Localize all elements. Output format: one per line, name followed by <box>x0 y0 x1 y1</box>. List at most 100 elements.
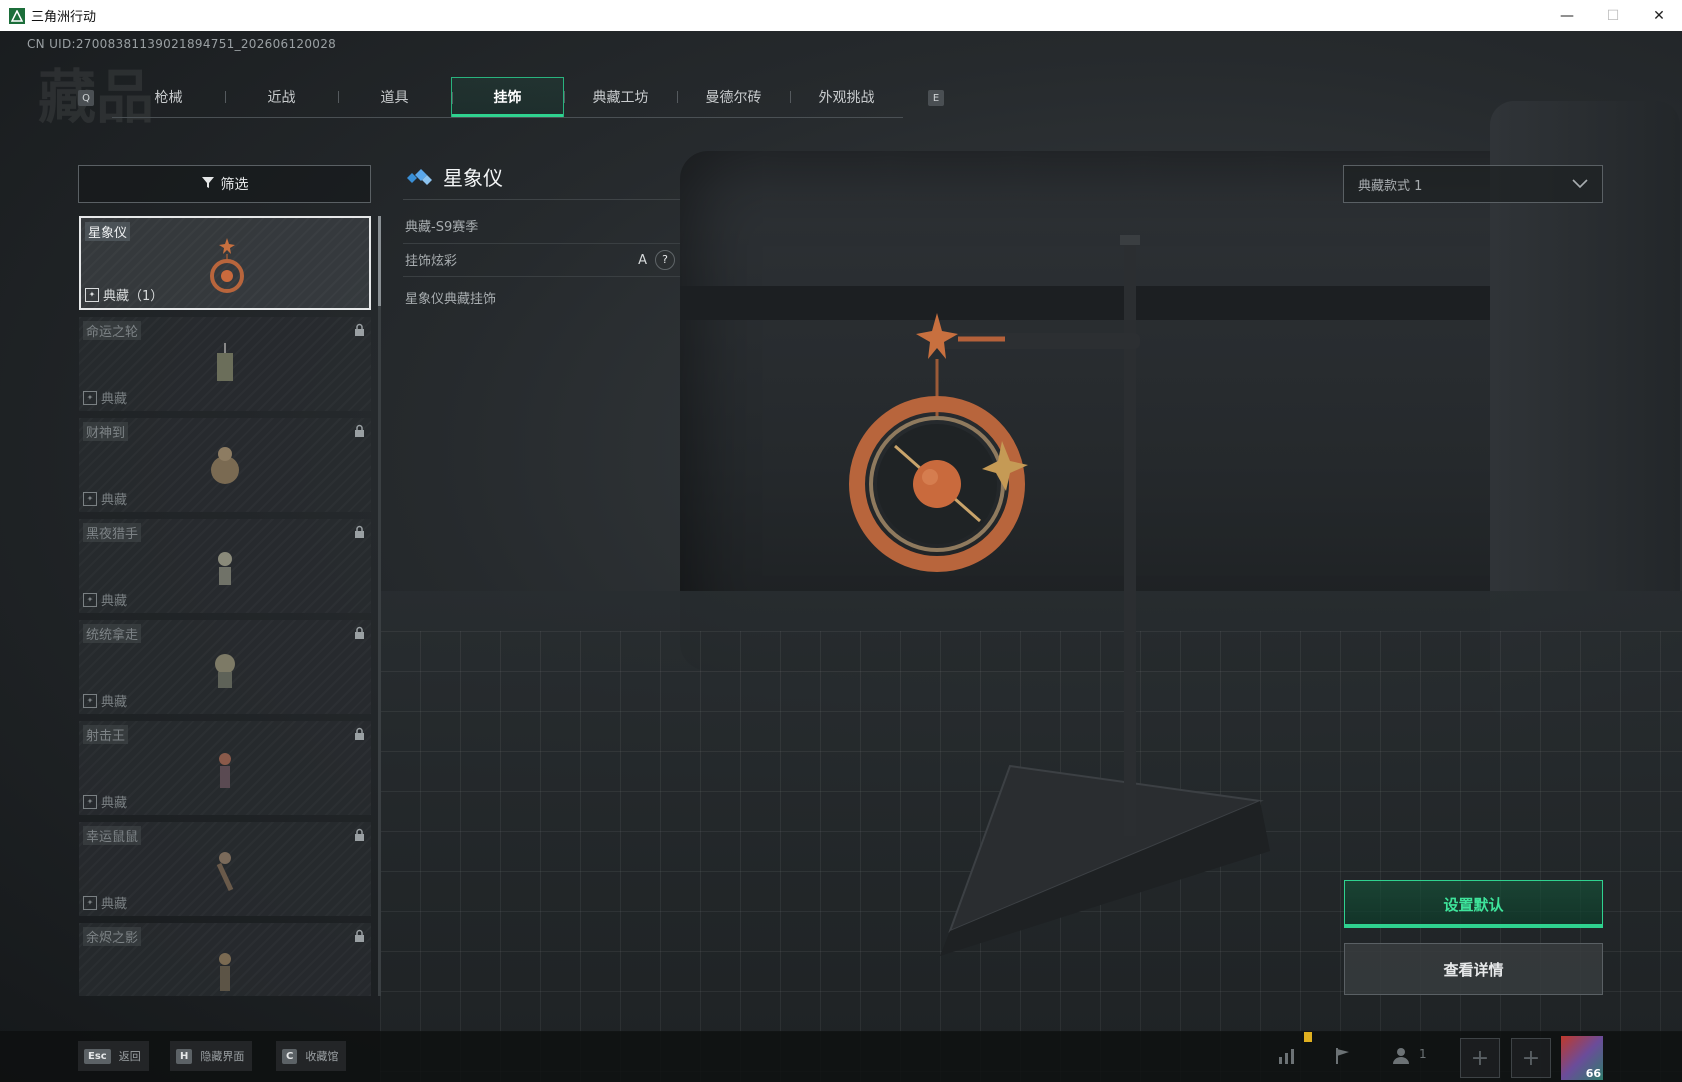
key-h: H <box>176 1048 193 1064</box>
lock-icon <box>355 929 364 942</box>
filter-label: 筛选 <box>220 177 249 193</box>
charm-name: 幸运鼠鼠 <box>83 826 142 845</box>
stats-icon[interactable] <box>1275 1045 1301 1067</box>
tab-next-key-hint[interactable]: E <box>928 90 944 106</box>
charm-list: 星象仪 ✦ 典藏（1） 命运之轮 ✦ 典藏 财神到 ✦ 典藏 黑夜猎手 ✦ 典藏 统统拿… <box>79 216 371 996</box>
filter-icon <box>201 175 215 193</box>
charm-list-scrollbar[interactable] <box>378 216 381 996</box>
friends-icon[interactable] <box>1390 1045 1416 1067</box>
style-variant-value: 典藏款式 1 <box>1358 178 1423 194</box>
hint-collection-hall-label: 收藏馆 <box>305 1050 339 1063</box>
charm-card-astrolabe[interactable]: 星象仪 ✦ 典藏（1） <box>79 216 371 310</box>
charm-fx-row: 挂饰炫彩 A ? <box>405 250 675 270</box>
filter-button[interactable]: 筛选 <box>78 165 371 203</box>
tab-guns[interactable]: 枪械 <box>112 77 225 117</box>
key-esc: Esc <box>84 1048 111 1064</box>
divider <box>403 199 680 200</box>
player-level: 66 <box>1585 1067 1601 1080</box>
god-of-wealth-thumbnail <box>211 447 239 484</box>
tab-items[interactable]: 道具 <box>338 77 451 117</box>
chevron-down-icon <box>1572 179 1588 189</box>
add-teammate-slot[interactable]: + <box>1460 1038 1500 1078</box>
window-controls: — ☐ ✕ <box>1544 0 1682 31</box>
divider <box>403 276 680 277</box>
charm-description: 星象仪典藏挂饰 <box>405 292 497 307</box>
charm-card-god-of-wealth[interactable]: 财神到 ✦ 典藏 <box>79 418 371 512</box>
tab-charms[interactable]: 挂饰 <box>451 77 564 117</box>
tab-mandel-bricks[interactable]: 曼德尔砖 <box>677 77 790 117</box>
charm-detail-header: 星象仪 <box>405 162 503 191</box>
charm-card-ember-shadow[interactable]: 余烬之影 <box>79 923 371 996</box>
hint-hide-ui[interactable]: H 隐藏界面 <box>170 1041 253 1071</box>
charm-card-night-hunter[interactable]: 黑夜猎手 ✦ 典藏 <box>79 519 371 613</box>
add-teammate-slot[interactable]: + <box>1511 1038 1551 1078</box>
tab-prev-key-hint[interactable]: Q <box>78 90 94 106</box>
charm-tag: ✦ 典藏 <box>83 893 127 912</box>
lock-icon <box>355 525 364 538</box>
charm-card-shooting-king[interactable]: 射击王 ✦ 典藏 <box>79 721 371 815</box>
charm-card-lucky-mouse[interactable]: 幸运鼠鼠 ✦ 典藏 <box>79 822 371 916</box>
lock-icon <box>355 727 364 740</box>
hint-hide-ui-label: 隐藏界面 <box>200 1050 245 1063</box>
charm-name: 黑夜猎手 <box>83 523 142 542</box>
charm-detail-title: 星象仪 <box>443 166 503 190</box>
charm-name: 命运之轮 <box>83 321 142 340</box>
tab-melee[interactable]: 近战 <box>225 77 338 117</box>
friends-count: 1 <box>1419 1047 1427 1061</box>
flag-icon[interactable] <box>1330 1045 1356 1067</box>
astrolabe-charm-model <box>849 235 1270 956</box>
hint-back-label: 返回 <box>118 1050 141 1063</box>
shooting-king-thumbnail <box>219 753 231 788</box>
help-icon[interactable]: ? <box>655 250 675 270</box>
charm-season: 典藏-S9赛季 <box>405 220 479 235</box>
lock-icon <box>355 626 364 639</box>
charm-name: 余烬之影 <box>83 927 142 946</box>
ember-shadow-thumbnail <box>219 953 231 991</box>
charm-tag: ✦ 典藏 <box>83 792 127 811</box>
player-uid: CN UID:27008381139021894751_202606120028 <box>27 37 337 51</box>
charm-fx-grade-group: A ? <box>638 250 675 270</box>
hint-back[interactable]: Esc 返回 <box>78 1041 149 1071</box>
charm-card-wheel-of-fate[interactable]: 命运之轮 ✦ 典藏 <box>79 317 371 411</box>
charm-name: 财神到 <box>83 422 129 441</box>
maximize-button[interactable]: ☐ <box>1590 0 1636 31</box>
charm-name: 星象仪 <box>85 222 131 241</box>
tab-appearance-challenge[interactable]: 外观挑战 <box>790 77 903 117</box>
view-details-button[interactable]: 查看详情 <box>1344 943 1603 995</box>
charm-name: 统统拿走 <box>83 624 142 643</box>
collection-tag-icon: ✦ <box>83 592 97 607</box>
close-button[interactable]: ✕ <box>1636 0 1682 31</box>
take-all-thumbnail <box>215 654 235 688</box>
lock-icon <box>355 323 364 336</box>
style-variant-select[interactable]: 典藏款式 1 <box>1343 165 1603 203</box>
window-title: 三角洲行动 <box>31 10 97 25</box>
astrolabe-thumbnail <box>210 238 244 293</box>
lock-icon <box>355 424 364 437</box>
minimize-button[interactable]: — <box>1544 0 1590 31</box>
charm-tag: ✦ 典藏 <box>83 489 127 508</box>
charm-tag: ✦ 典藏 <box>83 691 127 710</box>
key-c: C <box>282 1048 298 1064</box>
collection-tag-icon: ✦ <box>85 287 99 302</box>
set-default-button[interactable]: 设置默认 <box>1344 880 1603 928</box>
charm-fx-grade: A <box>638 252 647 268</box>
player-avatar[interactable]: 66 <box>1561 1036 1603 1080</box>
charm-tag: ✦ 典藏 <box>83 388 127 407</box>
lock-icon <box>355 828 364 841</box>
charm-tag: ✦ 典藏（1） <box>85 285 163 304</box>
notification-badge-icon <box>1304 1032 1312 1042</box>
lucky-mouse-thumbnail <box>216 852 234 892</box>
collection-tag-icon: ✦ <box>83 794 97 809</box>
wheel-of-fate-thumbnail <box>217 343 233 381</box>
night-hunter-thumbnail <box>218 552 232 585</box>
category-tabs: 枪械 近战 道具 挂饰 典藏工坊 曼德尔砖 外观挑战 <box>112 77 903 118</box>
charm-name: 射击王 <box>83 725 129 744</box>
collection-tag-icon: ✦ <box>83 693 97 708</box>
rarity-diamond-icon <box>407 168 432 185</box>
hint-collection-hall[interactable]: C 收藏馆 <box>276 1041 347 1071</box>
app-logo-icon <box>9 7 25 24</box>
charm-tag: ✦ 典藏 <box>83 590 127 609</box>
collection-tag-icon: ✦ <box>83 491 97 506</box>
tab-collection-workshop[interactable]: 典藏工坊 <box>564 77 677 117</box>
charm-card-take-all[interactable]: 统统拿走 ✦ 典藏 <box>79 620 371 714</box>
